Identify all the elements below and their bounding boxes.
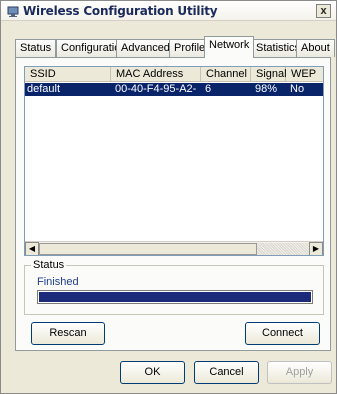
apply-button[interactable]: Apply (267, 361, 332, 384)
tab-network[interactable]: Network (204, 36, 255, 58)
cell-ssid: default (27, 83, 61, 95)
network-list-header: SSID MAC Address Channel Signal WEP (25, 67, 323, 82)
status-legend: Status (31, 259, 67, 271)
network-tab-panel: SSID MAC Address Channel Signal WEP defa… (15, 57, 331, 351)
column-header-wep[interactable]: WEP (286, 67, 323, 82)
column-header-signal[interactable]: Signal (251, 67, 287, 82)
tab-status[interactable]: Status (15, 39, 57, 57)
column-header-mac-address[interactable]: MAC Address (111, 67, 201, 82)
window-title: Wireless Configuration Utility (23, 4, 218, 18)
wireless-network-icon (6, 4, 20, 18)
connect-button[interactable]: Connect (245, 322, 320, 345)
status-text: Finished (37, 276, 79, 288)
scrollbar-thumb[interactable] (39, 243, 257, 255)
cancel-button[interactable]: Cancel (194, 361, 259, 384)
column-header-channel[interactable]: Channel (201, 67, 251, 82)
rescan-button[interactable]: Rescan (31, 322, 105, 345)
tab-strip: Status Configuration Advanced Profile Ne… (15, 36, 335, 58)
close-button[interactable]: x (316, 4, 331, 18)
cell-wep: No (290, 83, 305, 95)
network-row[interactable]: default 00-40-F4-95-A2-66 6 98% No (25, 83, 323, 108)
tab-advanced[interactable]: Advanced (116, 39, 175, 57)
arrow-right-icon[interactable]: ▶ (309, 242, 323, 255)
cell-signal: 98% (255, 83, 278, 95)
progress-fill (39, 292, 311, 302)
arrow-left-icon[interactable]: ◀ (25, 242, 39, 255)
cell-channel: 6 (205, 83, 212, 95)
title-bar: Wireless Configuration Utility x (1, 1, 336, 21)
horizontal-scrollbar[interactable]: ◀ ▶ (25, 241, 323, 255)
wireless-config-window: Wireless Configuration Utility x Status … (0, 0, 337, 394)
network-list[interactable]: SSID MAC Address Channel Signal WEP defa… (24, 66, 324, 256)
ok-button[interactable]: OK (120, 361, 185, 384)
status-group: Status Finished (24, 259, 324, 315)
column-header-ssid[interactable]: SSID (25, 67, 111, 82)
cell-mac-address: 00-40-F4-95-A2-66 (115, 83, 197, 108)
tab-about[interactable]: About (296, 39, 335, 57)
status-progress-bar (37, 290, 313, 304)
close-icon: x (320, 5, 327, 17)
scrollbar-track[interactable] (257, 243, 309, 255)
